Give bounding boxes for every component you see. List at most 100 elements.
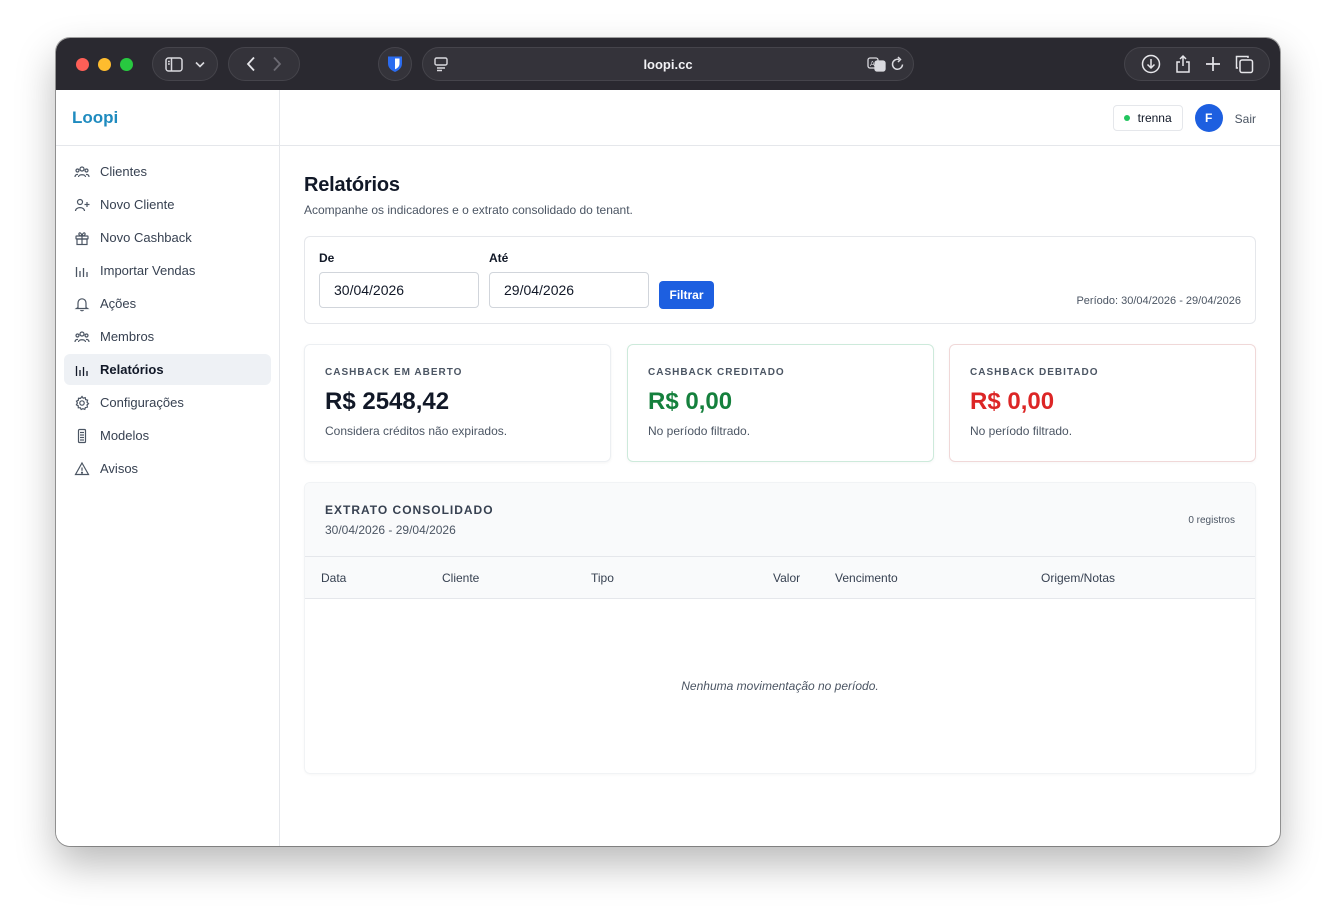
top-bar: trenna F Sair bbox=[280, 90, 1280, 146]
history-navigation bbox=[228, 47, 300, 81]
column-header-tipo: Tipo bbox=[591, 571, 614, 585]
stat-card-open: CASHBACK EM ABERTO R$ 2548,42 Considera … bbox=[304, 344, 611, 462]
stat-label: CASHBACK EM ABERTO bbox=[325, 367, 463, 378]
chevron-down-icon bbox=[195, 61, 205, 68]
statement-range: 30/04/2026 - 29/04/2026 bbox=[325, 523, 456, 537]
statement-header: EXTRATO CONSOLIDADO 30/04/2026 - 29/04/2… bbox=[305, 483, 1255, 557]
svg-text:A: A bbox=[870, 60, 875, 68]
sidebar: Loopi Clientes Novo Cliente Novo Cashbac… bbox=[56, 90, 280, 846]
share-icon[interactable] bbox=[1175, 54, 1191, 74]
sidebar-item-relatorios[interactable]: Relatórios bbox=[64, 354, 271, 385]
user-plus-icon bbox=[74, 198, 90, 211]
stat-card-credited: CASHBACK CREDITADO R$ 0,00 No período fi… bbox=[627, 344, 934, 462]
sidebar-item-label: Novo Cliente bbox=[100, 197, 175, 212]
to-date-label: Até bbox=[489, 251, 509, 265]
stat-value: R$ 0,00 bbox=[648, 388, 733, 415]
page-subtitle: Acompanhe os indicadores e o extrato con… bbox=[304, 203, 633, 217]
stat-note: No período filtrado. bbox=[648, 424, 751, 438]
status-dot-icon bbox=[1123, 114, 1130, 121]
sidebar-item-label: Membros bbox=[100, 329, 155, 344]
stat-value: R$ 0,00 bbox=[970, 388, 1055, 415]
browser-toolbar: loopi.cc A bbox=[56, 38, 1280, 90]
logout-link[interactable]: Sair bbox=[1235, 112, 1256, 126]
page-menu-icon[interactable] bbox=[433, 56, 449, 72]
avatar[interactable]: F bbox=[1194, 103, 1223, 132]
tenant-name: trenna bbox=[1137, 110, 1172, 125]
brand-logo[interactable]: Loopi bbox=[72, 108, 118, 128]
zoom-window-button[interactable] bbox=[120, 58, 133, 71]
column-header-origem-notas: Origem/Notas bbox=[1041, 571, 1116, 585]
download-icon[interactable] bbox=[1141, 54, 1161, 74]
sidebar-toggle-button[interactable] bbox=[152, 47, 218, 81]
main-content: trenna F Sair Relatórios Acompanhe os in… bbox=[280, 90, 1280, 846]
sidebar-item-label: Clientes bbox=[100, 164, 147, 179]
sidebar-menu: Clientes Novo Cliente Novo Cashback Impo… bbox=[56, 146, 279, 496]
minimize-window-button[interactable] bbox=[98, 58, 111, 71]
sidebar-item-label: Modelos bbox=[100, 428, 150, 443]
reports-page: Relatórios Acompanhe os indicadores e o … bbox=[304, 174, 1256, 774]
statement-card: EXTRATO CONSOLIDADO 30/04/2026 - 29/04/2… bbox=[304, 482, 1256, 774]
to-date-input[interactable] bbox=[489, 272, 649, 308]
column-header-data: Data bbox=[321, 571, 347, 585]
bar-chart-icon bbox=[75, 365, 88, 376]
sidebar-item-configuracoes[interactable]: Configurações bbox=[64, 387, 271, 418]
sidebar-item-clientes[interactable]: Clientes bbox=[64, 156, 271, 187]
sidebar-item-label: Configurações bbox=[100, 395, 184, 410]
sidebar-item-label: Ações bbox=[100, 296, 137, 311]
window-controls bbox=[76, 58, 133, 71]
column-header-cliente: Cliente bbox=[442, 571, 480, 585]
sidebar-item-label: Importar Vendas bbox=[100, 263, 196, 278]
sidebar-item-novo-cashback[interactable]: Novo Cashback bbox=[64, 222, 271, 253]
tabs-overview-icon[interactable] bbox=[1235, 55, 1254, 74]
password-manager-extension[interactable] bbox=[378, 47, 412, 81]
from-date-input[interactable] bbox=[319, 272, 479, 308]
stat-label: CASHBACK CREDITADO bbox=[648, 367, 785, 378]
sidebar-item-novo-cliente[interactable]: Novo Cliente bbox=[64, 189, 271, 220]
statement-title: EXTRATO CONSOLIDADO bbox=[325, 503, 494, 517]
app: Loopi Clientes Novo Cliente Novo Cashbac… bbox=[56, 90, 1280, 846]
period-text: Período: 30/04/2026 - 29/04/2026 bbox=[1076, 295, 1241, 307]
reload-icon[interactable] bbox=[891, 56, 905, 72]
from-date-label: De bbox=[319, 251, 335, 265]
forward-icon[interactable] bbox=[272, 56, 282, 72]
gift-icon bbox=[75, 231, 89, 245]
stat-label: CASHBACK DEBITADO bbox=[970, 367, 1099, 378]
back-icon[interactable] bbox=[246, 56, 256, 72]
sidebar-item-label: Novo Cashback bbox=[100, 230, 192, 245]
bell-icon bbox=[74, 297, 90, 311]
close-window-button[interactable] bbox=[76, 58, 89, 71]
translate-icon[interactable]: A bbox=[867, 56, 887, 72]
empty-state-message: Nenhuma movimentação no período. bbox=[681, 679, 879, 693]
new-tab-icon[interactable] bbox=[1205, 56, 1221, 72]
gear-icon bbox=[75, 394, 90, 410]
column-header-valor: Valor bbox=[773, 571, 801, 585]
warning-icon bbox=[74, 461, 90, 475]
to-date-field: Até bbox=[489, 251, 649, 308]
column-header-vencimento: Vencimento bbox=[835, 571, 898, 585]
sidebar-item-acoes[interactable]: Ações bbox=[64, 288, 271, 319]
tenant-badge[interactable]: trenna bbox=[1112, 104, 1183, 131]
sidebar-item-importar-vendas[interactable]: Importar Vendas bbox=[64, 255, 271, 286]
stat-note: Considera créditos não expirados. bbox=[325, 424, 508, 438]
filter-button[interactable]: Filtrar bbox=[659, 281, 714, 309]
stats-row: CASHBACK EM ABERTO R$ 2548,42 Considera … bbox=[304, 344, 1256, 462]
sidebar-item-label: Relatórios bbox=[100, 362, 164, 377]
browser-actions bbox=[1124, 47, 1270, 81]
bar-chart-icon bbox=[75, 266, 88, 277]
users-icon bbox=[74, 165, 90, 177]
sidebar-item-modelos[interactable]: Modelos bbox=[64, 420, 271, 451]
address-bar[interactable]: loopi.cc A bbox=[422, 47, 914, 81]
url-text: loopi.cc bbox=[643, 56, 693, 72]
browser-window: loopi.cc A Loopi Clientes Novo Cliente N… bbox=[56, 38, 1280, 846]
sidebar-item-avisos[interactable]: Avisos bbox=[64, 453, 271, 484]
sidebar-icon bbox=[165, 56, 183, 72]
sidebar-item-membros[interactable]: Membros bbox=[64, 321, 271, 352]
from-date-field: De bbox=[319, 251, 479, 308]
stat-value: R$ 2548,42 bbox=[325, 388, 450, 415]
stat-card-debited: CASHBACK DEBITADO R$ 0,00 No período fil… bbox=[949, 344, 1256, 462]
filter-card: De Até Filtrar Período: 30/04/2026 - 29/… bbox=[304, 236, 1256, 324]
users-icon bbox=[74, 330, 90, 342]
shield-icon bbox=[388, 56, 402, 72]
page-title: Relatórios bbox=[304, 174, 400, 196]
sidebar-item-label: Avisos bbox=[100, 461, 139, 476]
